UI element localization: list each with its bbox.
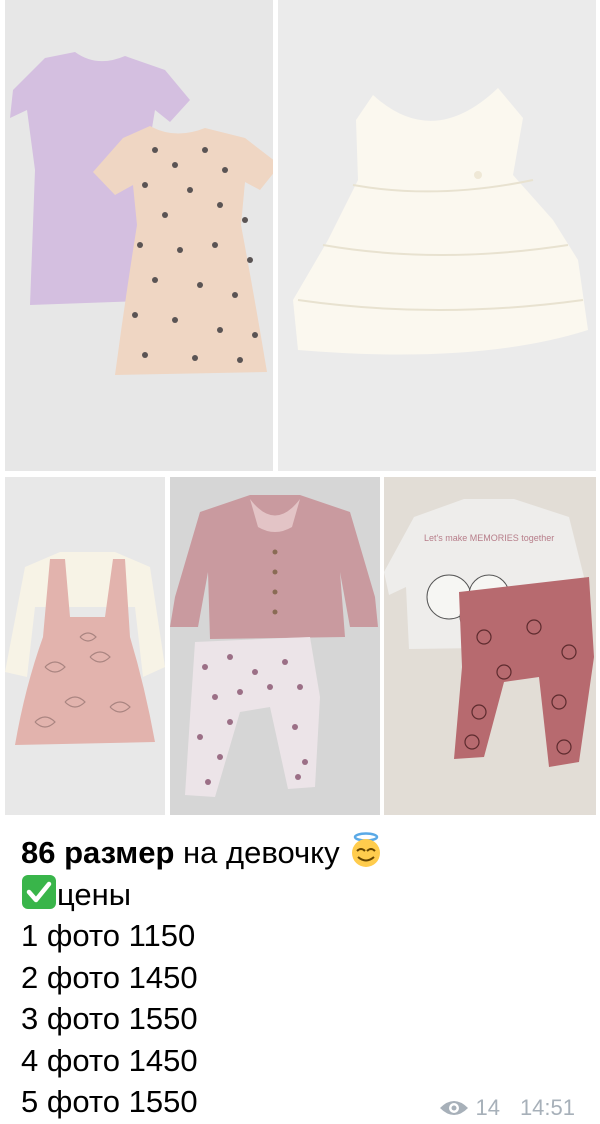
check-mark-button-icon (22, 874, 56, 909)
photo-3-image (5, 477, 165, 815)
prices-line: цены (21, 874, 581, 916)
headline-size: 86 размер (21, 835, 175, 870)
photo-2-image (278, 0, 596, 471)
sweatshirt-print-text: Let's make MEMORIES together (424, 533, 554, 543)
price-line-3: 3 фото 1550 (21, 1001, 198, 1036)
smiling-face-with-halo-icon (352, 832, 381, 867)
message-meta: 14 14:51 (439, 1095, 575, 1121)
message-time: 14:51 (519, 1095, 575, 1120)
photo-2[interactable] (278, 0, 596, 471)
eye-icon (440, 1101, 469, 1115)
photo-5[interactable]: Let's make MEMORIES together (384, 477, 596, 815)
headline-text: на девочку (174, 835, 349, 870)
headline-line: 86 размер на девочку (21, 832, 581, 874)
photo-5-image: Let's make MEMORIES together (384, 477, 596, 815)
photo-1[interactable] (5, 0, 273, 471)
photo-3[interactable] (5, 477, 165, 815)
photo-4[interactable] (170, 477, 380, 815)
prices-label: цены (57, 876, 132, 912)
price-line-2: 2 фото 1450 (21, 959, 198, 995)
price-line-4: 4 фото 1450 (21, 1042, 198, 1078)
photo-1-image (5, 0, 273, 471)
photo-4-image (170, 477, 380, 815)
message-text: 86 размер на девочку цены 1 фото 1150 2 … (21, 832, 581, 1123)
views-count: 14 (475, 1095, 500, 1120)
price-line-1: 1 фото 1150 (21, 918, 196, 953)
